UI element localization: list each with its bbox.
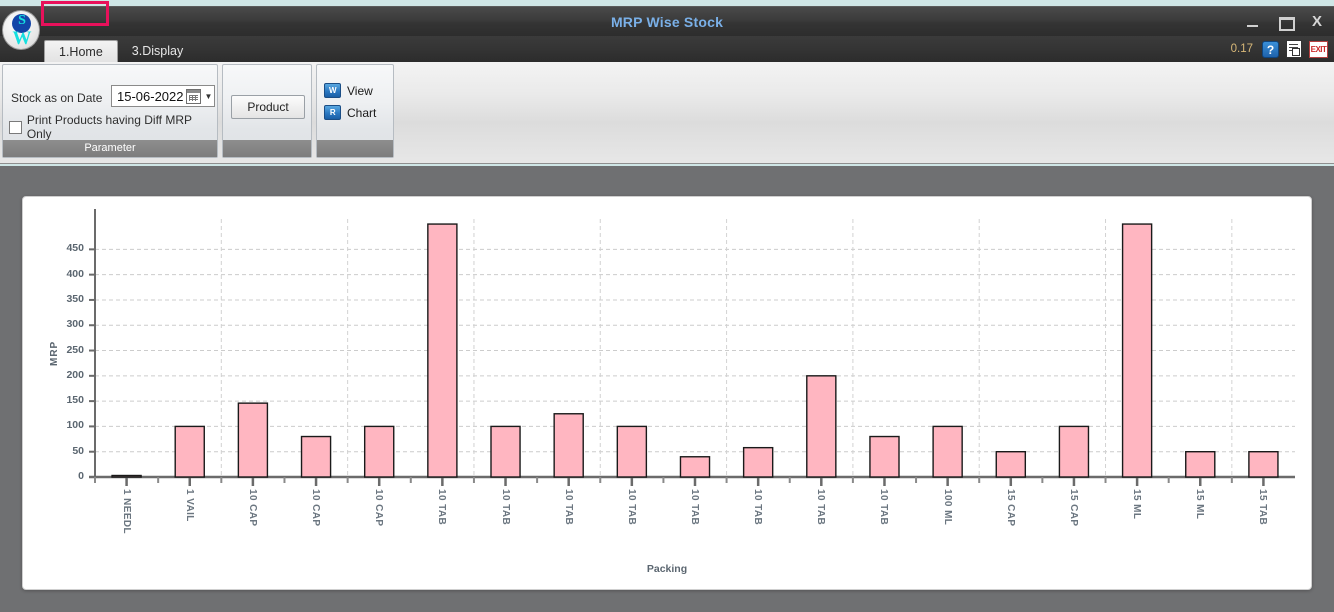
product-button[interactable]: Product [231, 95, 305, 119]
exit-icon[interactable]: EXIT [1309, 40, 1328, 58]
parameter-group-title: Parameter [3, 140, 217, 157]
bar[interactable] [427, 223, 458, 478]
calendar-icon[interactable] [186, 88, 201, 104]
stock-date-label: Stock as on Date [11, 91, 103, 105]
x-axis-tick-label: 1 VAIL [183, 489, 195, 522]
diff-mrp-checkbox-row[interactable]: Print Products having Diff MRP Only [9, 113, 217, 141]
x-axis-tick-label: 15 CAP [1004, 489, 1016, 527]
x-axis-tick-label: 15 ML [1131, 489, 1143, 520]
bar[interactable] [869, 435, 900, 478]
x-axis-tick-label: 10 TAB [878, 489, 890, 526]
close-icon[interactable]: X [1308, 13, 1326, 31]
ribbon-tabs: 1.Home 3.Display [44, 36, 197, 62]
title-bar: MRP Wise Stock X [0, 6, 1334, 36]
y-axis-tick-label: 0 [78, 470, 84, 482]
view-icon: W [324, 83, 341, 98]
bar[interactable] [995, 451, 1027, 478]
y-axis-tick-label: 450 [66, 242, 84, 255]
x-axis-tick-label: 15 TAB [1257, 489, 1269, 526]
x-axis-tick-label: 15 ML [1194, 489, 1206, 520]
document-icon[interactable] [1286, 40, 1302, 58]
bar[interactable] [1058, 425, 1090, 478]
view-group: W View R Chart [316, 64, 394, 158]
x-axis-tick-label: 10 TAB [752, 489, 764, 526]
view-group-title [317, 140, 393, 157]
chart-svg [89, 209, 1295, 486]
ribbon-right-controls: 0.17 ? EXIT [1231, 36, 1328, 62]
bar[interactable] [174, 425, 205, 478]
ribbon-tab-strip: 1.Home 3.Display 0.17 ? EXIT [0, 36, 1334, 62]
chart-button[interactable]: R Chart [324, 105, 376, 120]
diff-mrp-checkbox-label: Print Products having Diff MRP Only [26, 113, 192, 141]
x-axis-tick-label: 10 TAB [815, 489, 827, 526]
stock-date-value: 15-06-2022 [117, 88, 184, 104]
window-controls: X [1244, 7, 1326, 37]
chart-icon: R [324, 105, 341, 120]
bar[interactable] [679, 456, 711, 478]
maximize-icon[interactable] [1276, 13, 1295, 31]
bar[interactable] [237, 402, 269, 478]
bar[interactable] [111, 474, 142, 478]
bar[interactable] [490, 425, 521, 478]
y-axis-tick-label: 400 [66, 267, 84, 280]
app-logo: S W [2, 10, 40, 50]
version-label: 0.17 [1230, 43, 1253, 55]
x-axis-tick-label: 10 TAB [689, 489, 700, 526]
x-axis-tick-label: 10 TAB [436, 489, 448, 526]
view-button[interactable]: W View [324, 83, 373, 98]
y-axis-tick-label: 300 [66, 318, 84, 331]
x-axis-tick-label: 10 TAB [499, 489, 511, 526]
y-axis-tick-label: 50 [72, 444, 84, 457]
bar[interactable] [1121, 223, 1153, 478]
tab-display[interactable]: 3.Display [118, 40, 197, 62]
x-axis-tick-label: 10 TAB [562, 489, 574, 526]
x-axis-tick-label: 10 CAP [310, 489, 322, 527]
y-axis-tick-label: 350 [66, 292, 84, 305]
bar[interactable] [553, 413, 584, 478]
logo-letter-w: W [12, 28, 32, 49]
diff-mrp-checkbox[interactable] [9, 120, 22, 134]
help-icon[interactable]: ? [1262, 40, 1279, 58]
parameter-group: Stock as on Date 15-06-2022 ▼ Print Prod… [2, 64, 218, 158]
bar[interactable] [300, 435, 332, 478]
product-group: Product [222, 64, 312, 158]
window-title: MRP Wise Stock [610, 14, 724, 30]
x-axis-tick-label: 10 CAP [373, 489, 385, 527]
bar[interactable] [1185, 451, 1216, 478]
product-group-title [223, 140, 311, 157]
x-axis-tick-label: 15 CAP [1067, 489, 1079, 527]
x-axis-tick-label: 100 ML [941, 489, 953, 526]
chart-card: 0 50 100 150 200 250 300 350 400 450 1 NEEDL 1 VAIL… [22, 196, 1312, 590]
logo-letter-s: S [18, 13, 26, 28]
x-axis-title: Packing [646, 563, 688, 575]
chart-button-label: Chart [347, 105, 377, 120]
chevron-down-icon[interactable]: ▼ [203, 92, 214, 101]
application-window: MRP Wise Stock X 1.Home 3.Display 0.17 ?… [0, 0, 1334, 612]
y-axis-tick-label: 150 [66, 394, 84, 407]
bar[interactable] [932, 425, 963, 478]
x-axis-tick-label: 10 CAP [246, 489, 258, 527]
bar[interactable] [742, 446, 774, 478]
y-axis-tick-label: 100 [66, 419, 84, 432]
bar-chart-plot: 0 50 100 150 200 250 300 350 400 450 1 NEEDL 1 VAIL… [23, 197, 1311, 589]
bar[interactable] [806, 375, 837, 478]
tab-home[interactable]: 1.Home [44, 40, 118, 62]
chart-content-area: 0 50 100 150 200 250 300 350 400 450 1 NEEDL 1 VAIL… [0, 166, 1334, 612]
ribbon-body: Stock as on Date 15-06-2022 ▼ Print Prod… [0, 62, 1334, 185]
view-button-label: View [347, 83, 373, 98]
x-axis-tick-label: 10 TAB [625, 489, 637, 526]
bar[interactable] [363, 425, 395, 478]
stock-date-input[interactable]: 15-06-2022 ▼ [111, 85, 215, 107]
y-axis-title: MRP [49, 340, 60, 366]
bar[interactable] [616, 425, 648, 478]
bar[interactable] [1248, 451, 1279, 478]
y-axis-tick-label: 200 [66, 368, 84, 381]
minimize-icon[interactable] [1244, 13, 1262, 31]
x-axis-tick-label: 1 NEEDL [120, 489, 132, 535]
